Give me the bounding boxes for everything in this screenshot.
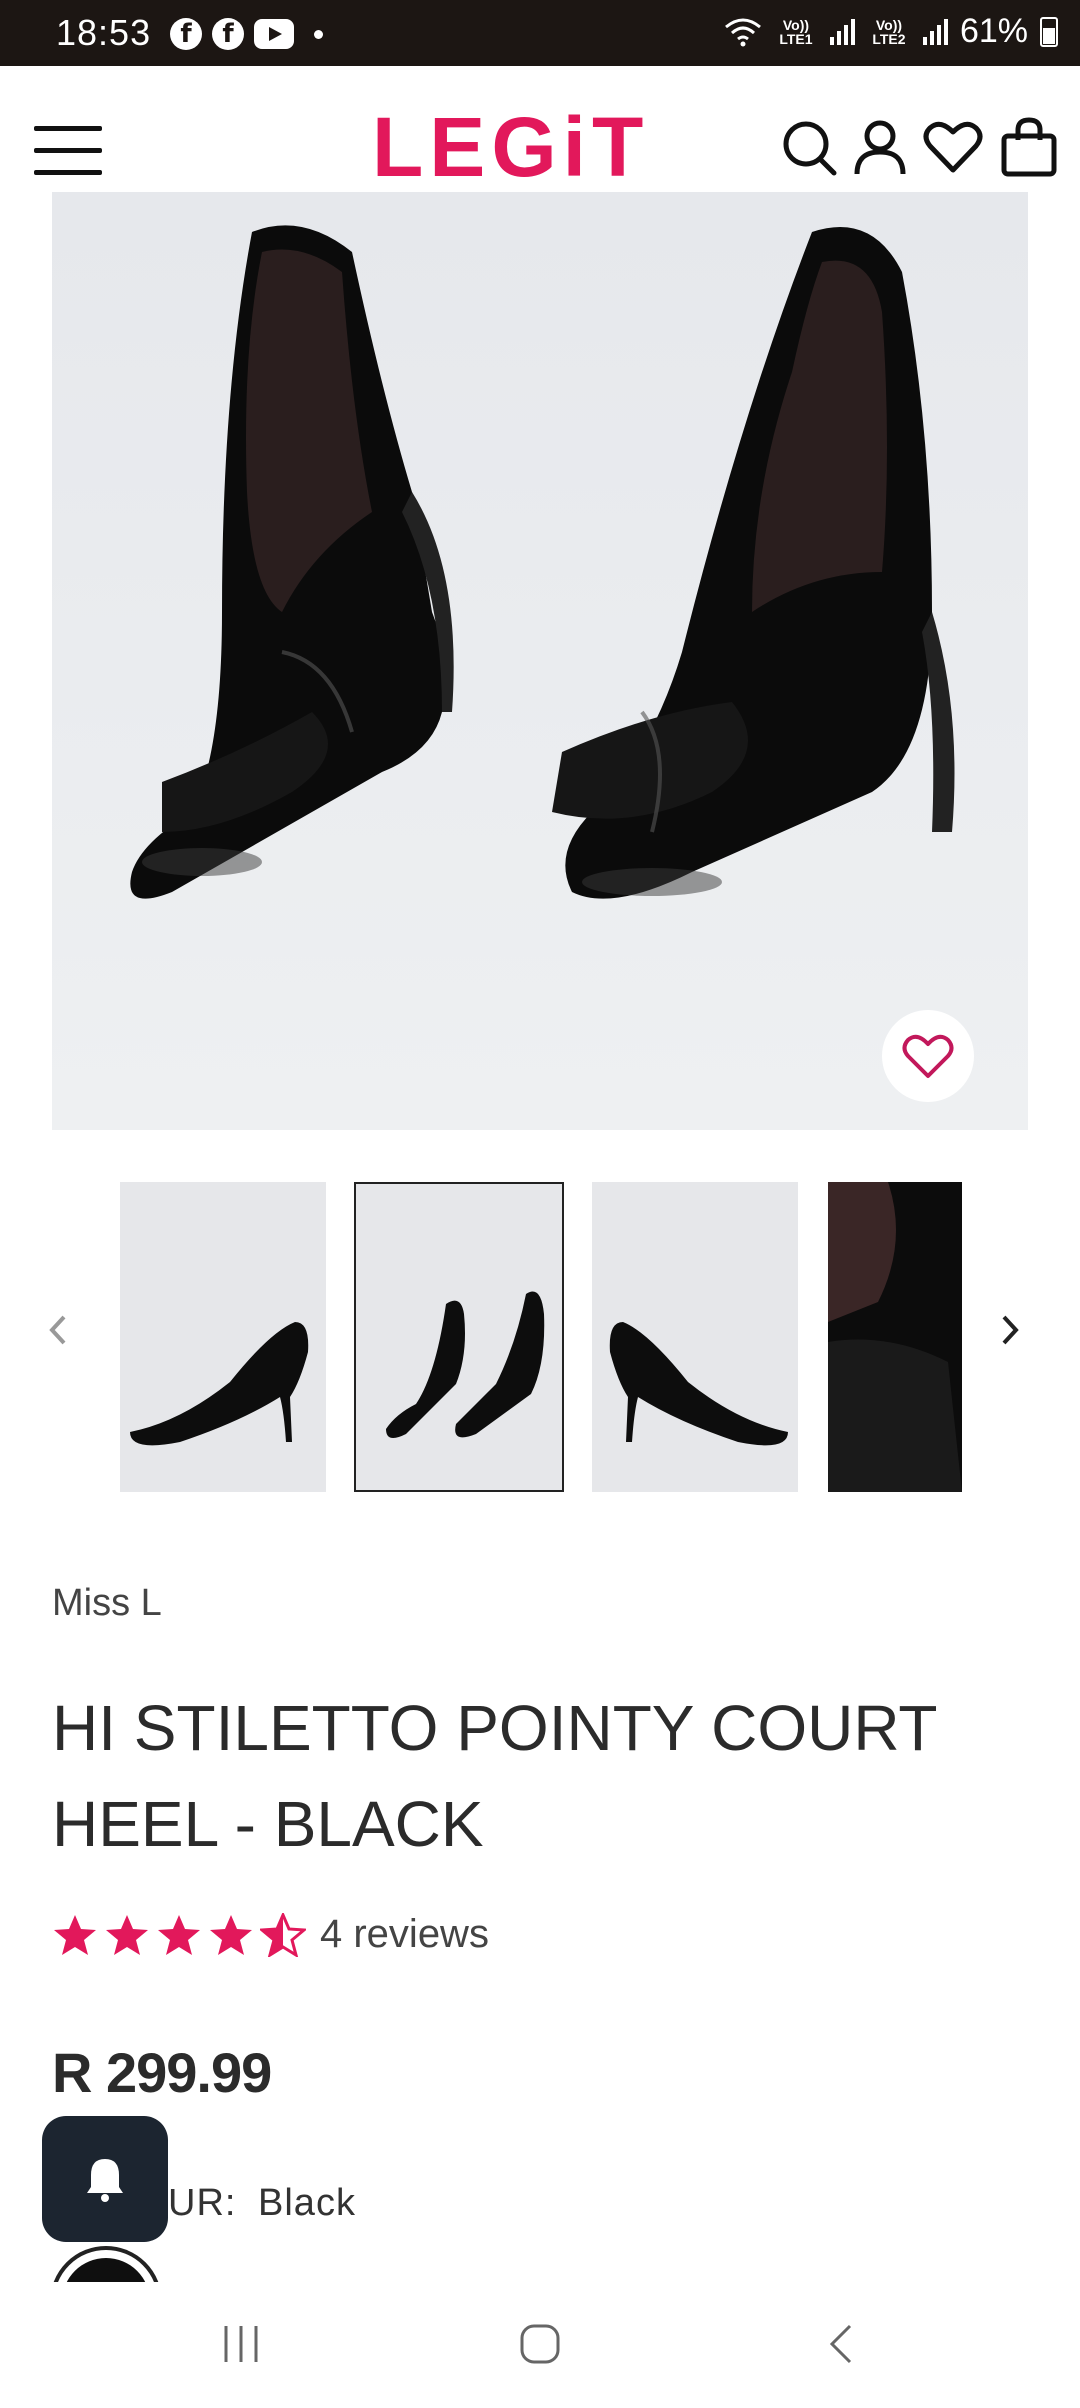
search-icon[interactable]	[780, 116, 838, 178]
site-header: LEGiT	[0, 66, 1080, 192]
thumbnail-carousel	[0, 1182, 1080, 1494]
youtube-icon	[254, 19, 294, 49]
sim2-label: Vo)) LTE2	[872, 16, 906, 47]
status-right: Vo)) LTE1 Vo)) LTE2 61%	[724, 12, 1058, 51]
facebook-icon: f	[170, 18, 202, 50]
system-nav-bar	[0, 2282, 1080, 2408]
logo[interactable]: LEGiT	[372, 102, 649, 192]
star-rating	[52, 1912, 306, 1957]
product-price: R 299.99	[52, 2041, 272, 2104]
product-main-image[interactable]	[52, 192, 1028, 1130]
chevron-left-icon	[49, 1315, 66, 1345]
thumbnail[interactable]	[120, 1182, 326, 1492]
bell-icon	[87, 2159, 123, 2202]
recent-apps-icon[interactable]	[218, 2322, 264, 2366]
carousel-next-button[interactable]	[1000, 1312, 1022, 1357]
sim1-label: Vo)) LTE1	[779, 16, 813, 47]
star-full-icon	[54, 1914, 96, 1955]
star-full-icon	[158, 1914, 200, 1955]
reviews-count[interactable]: 4 reviews	[320, 1912, 489, 1957]
status-bar: 18:53 f f Vo)) LTE1 Vo)) LTE2 61%	[0, 0, 1080, 66]
star-half-icon	[260, 1912, 306, 1957]
signal-icon	[829, 18, 855, 45]
thumbnail-selected[interactable]	[354, 1182, 564, 1492]
thumbnail-image	[828, 1182, 962, 1492]
product-brand[interactable]: Miss L	[52, 1582, 162, 1625]
heart-icon	[902, 1034, 954, 1078]
header-actions	[780, 116, 1060, 178]
notification-icons: f f	[170, 18, 323, 50]
star-full-icon	[210, 1914, 252, 1955]
wifi-icon	[724, 18, 761, 46]
star-full-icon	[106, 1914, 148, 1955]
cart-icon[interactable]	[998, 116, 1060, 178]
product-rating[interactable]: 4 reviews	[52, 1912, 489, 1957]
thumbnail-image	[592, 1182, 798, 1492]
menu-icon[interactable]	[34, 126, 102, 176]
home-icon[interactable]	[518, 2322, 562, 2366]
thumbnail-image	[120, 1182, 326, 1492]
thumbnail[interactable]	[828, 1182, 962, 1492]
chevron-right-icon	[1002, 1315, 1019, 1345]
wishlist-icon[interactable]	[922, 116, 984, 178]
shoe-pair-image	[52, 192, 1028, 1130]
product-title: HI STILETTO POINTY COURT HEEL - BLACK	[52, 1692, 937, 1860]
account-icon[interactable]	[852, 116, 908, 178]
notifications-button[interactable]	[42, 2116, 168, 2242]
more-notifications-icon	[314, 29, 323, 39]
signal-icon	[922, 18, 948, 45]
facebook-icon: f	[212, 18, 244, 50]
carousel-prev-button[interactable]	[46, 1312, 68, 1357]
battery-percent: 61%	[959, 12, 1028, 50]
battery-icon	[1040, 16, 1058, 47]
colour-label: UR:	[168, 2182, 237, 2224]
status-time: 18:53	[56, 12, 152, 53]
back-icon[interactable]	[826, 2322, 856, 2366]
colour-selector-label: UR: Black	[168, 2182, 356, 2225]
thumbnail-image	[356, 1184, 562, 1490]
colour-value: Black	[258, 2182, 356, 2224]
thumbnail[interactable]	[592, 1182, 798, 1492]
add-to-wishlist-button[interactable]	[882, 1010, 974, 1102]
